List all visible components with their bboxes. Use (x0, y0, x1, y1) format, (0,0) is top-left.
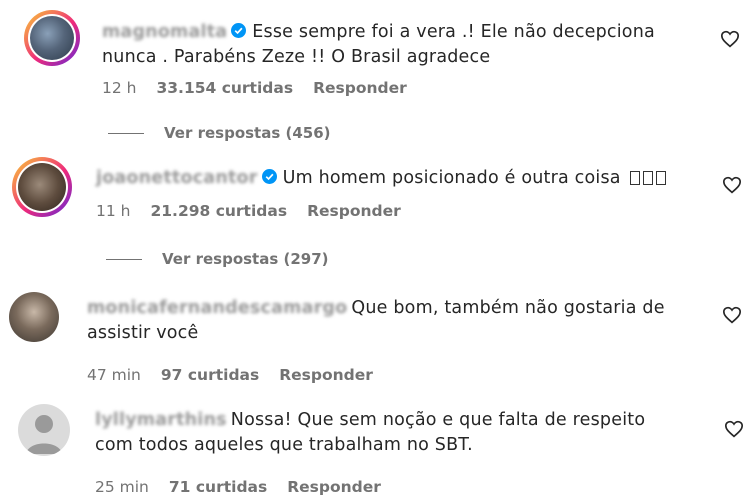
verified-badge-icon (261, 169, 277, 184)
comment-body-line-1: Nossa! Que sem noção e que falta de resp… (230, 410, 646, 430)
emoji-glyph (656, 171, 667, 185)
username[interactable]: joaonettocantor (96, 168, 258, 188)
avatar[interactable] (9, 292, 59, 342)
comment-text: magnomalta Esse sempre foi a vera .! Ele … (102, 20, 692, 70)
emoji-glyph (643, 171, 654, 185)
comment-item: joaonettocantor Um homem posicionado é ou… (0, 140, 750, 280)
likes-count[interactable]: 97 curtidas (161, 366, 259, 384)
comment-body-line-2: assistir você (87, 323, 199, 343)
comment-item: magnomalta Esse sempre foi a vera .! Ele … (0, 0, 750, 142)
comment-body-line-2: nunca . Parabéns Zeze !! O Brasil agrade… (102, 47, 491, 67)
heart-outline-icon[interactable] (722, 176, 742, 194)
comment-meta: 25 min 71 curtidas Responder (95, 478, 401, 496)
likes-count[interactable]: 71 curtidas (169, 478, 267, 496)
avatar[interactable] (12, 157, 72, 217)
comment-body-line-1: Esse sempre foi a vera .! Ele não decepc… (252, 22, 655, 42)
comment-body-line-1: Que bom, também não gostaria de (351, 298, 665, 318)
heart-outline-icon[interactable] (724, 420, 744, 438)
comment-text: joaonettocantor Um homem posicionado é ou… (96, 166, 696, 191)
emoji-placeholders (630, 168, 669, 188)
comment-text: lyllymarthins Nossa! Que sem noção e que … (95, 408, 715, 458)
reply-button[interactable]: Responder (307, 202, 401, 220)
comment-meta: 11 h 21.298 curtidas Responder (96, 202, 421, 220)
comment-item: monicafernandescamargo Que bom, também nã… (0, 280, 750, 392)
comment-time: 47 min (87, 366, 141, 384)
divider (106, 259, 142, 260)
default-avatar-icon (26, 415, 62, 454)
heart-outline-icon[interactable] (722, 306, 742, 324)
likes-count[interactable]: 21.298 curtidas (150, 202, 287, 220)
reply-button[interactable]: Responder (287, 478, 381, 496)
username[interactable]: magnomalta (102, 22, 227, 42)
view-replies-button[interactable]: Ver respostas (297) (106, 250, 329, 268)
comment-time: 11 h (96, 202, 131, 220)
comment-body-line-2: com todos aqueles que trabalham no SBT. (95, 435, 473, 455)
reply-button[interactable]: Responder (279, 366, 373, 384)
view-replies-label: Ver respostas (297) (162, 250, 329, 268)
comment-meta: 47 min 97 curtidas Responder (87, 366, 393, 384)
likes-count[interactable]: 33.154 curtidas (156, 79, 293, 97)
comment-time: 25 min (95, 478, 149, 496)
comment-meta: 12 h 33.154 curtidas Responder (102, 79, 427, 97)
emoji-glyph (630, 171, 641, 185)
comment-text: monicafernandescamargo Que bom, também nã… (87, 296, 707, 346)
comment-item: lyllymarthins Nossa! Que sem noção e que … (0, 392, 750, 500)
avatar[interactable] (24, 10, 80, 66)
reply-button[interactable]: Responder (313, 79, 407, 97)
heart-outline-icon[interactable] (720, 30, 740, 48)
divider (108, 133, 144, 134)
username[interactable]: monicafernandescamargo (87, 298, 347, 318)
comment-body-line-1: Um homem posicionado é outra coisa (282, 168, 621, 188)
verified-badge-icon (231, 23, 247, 38)
avatar[interactable] (18, 404, 70, 456)
comment-time: 12 h (102, 79, 137, 97)
username[interactable]: lyllymarthins (95, 410, 227, 430)
